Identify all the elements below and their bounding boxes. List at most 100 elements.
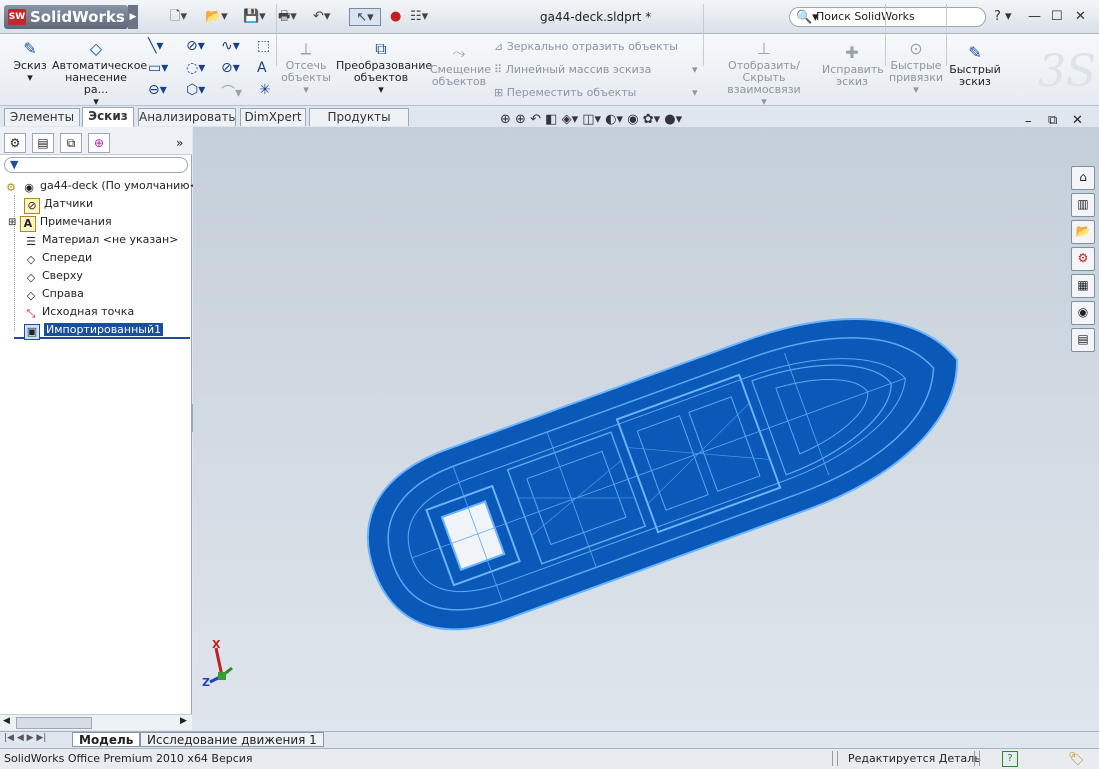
repair-sketch-button[interactable]: ✚ Исправить эскиз: [822, 44, 884, 88]
convert-entities-button[interactable]: ⧉ Преобразование объектов ▾: [336, 40, 432, 96]
tree-item-imported[interactable]: ▣ Импортированный1: [24, 321, 164, 340]
viewport-restore-button[interactable]: ⧉: [1048, 113, 1057, 128]
custom-properties-icon[interactable]: ▤: [1071, 328, 1095, 352]
plane-icon: ◇: [26, 271, 36, 284]
offset-entities-button[interactable]: ⤳ Смещение объектов: [430, 44, 491, 88]
tab-model[interactable]: Модель: [72, 732, 141, 747]
tab-office-products[interactable]: Продукты Office: [309, 108, 409, 141]
boat-deck-model[interactable]: [320, 270, 990, 690]
circle-tool-icon[interactable]: ⊘▾: [186, 38, 205, 54]
minimize-button[interactable]: —: [1028, 9, 1041, 24]
configuration-manager-tab-icon[interactable]: ⧉: [60, 133, 82, 153]
section-view-icon[interactable]: ◧: [545, 112, 557, 127]
scroll-left-icon[interactable]: ◀: [3, 716, 10, 726]
smart-dimension-button[interactable]: ◇ Автоматическое нанесение ра... ▾: [52, 40, 147, 108]
search-input[interactable]: 🔍▾ Поиск SolidWorks: [789, 7, 986, 27]
tab-evaluate[interactable]: Анализировать: [138, 108, 236, 126]
spline-tool-icon[interactable]: ∿▾: [221, 38, 240, 54]
tree-item-origin[interactable]: ⤡ Исходная точка: [24, 303, 135, 321]
maximize-button[interactable]: ☐: [1051, 9, 1063, 24]
print-icon[interactable]: 🖶▾: [278, 8, 297, 26]
sketch-button[interactable]: ✎ Эскиз ▾: [8, 40, 52, 84]
help-status-icon[interactable]: ?: [1002, 751, 1018, 767]
tab-dimxpert[interactable]: DimXpert: [240, 108, 306, 126]
plane-icon: ◇: [26, 289, 36, 302]
previous-view-icon[interactable]: ↶: [530, 112, 541, 127]
pattern-dropdown[interactable]: ▾: [692, 63, 698, 76]
feature-manager-tab-icon[interactable]: ⚙: [4, 133, 26, 153]
ellipse-tool-icon[interactable]: ⊘▾: [221, 60, 240, 76]
dimxpert-manager-tab-icon[interactable]: ⊕: [88, 133, 110, 153]
zoom-to-fit-icon[interactable]: ⊕: [500, 112, 511, 127]
status-editing: Редактируется Деталь: [848, 752, 981, 765]
file-explorer-icon[interactable]: 📂: [1071, 220, 1095, 244]
options-icon[interactable]: ☷▾: [410, 8, 428, 26]
trim-entities-button[interactable]: ⟂ Отсечь объекты ▾: [280, 40, 332, 96]
slot-tool-icon[interactable]: ⊖▾: [148, 82, 167, 98]
tree-item-top-plane[interactable]: ◇ Сверху: [24, 267, 83, 285]
display-style-icon[interactable]: ◫▾: [582, 112, 601, 127]
tab-scroll-arrows-icon[interactable]: |◀ ◀ ▶ ▶|: [4, 733, 46, 743]
save-icon[interactable]: 💾▾: [243, 8, 266, 26]
solidworks-logo[interactable]: SW SolidWorks: [4, 5, 128, 29]
sw-logo-icon: SW: [8, 9, 26, 25]
linear-pattern-icon: ⠿: [494, 63, 506, 76]
arc-tool-icon[interactable]: ◌▾: [186, 60, 205, 76]
tree-root[interactable]: ⚙ ◉ ga44-deck (По умолчанию<<: [4, 177, 208, 195]
hide-show-items-icon[interactable]: ◐▾: [605, 112, 623, 127]
edit-appearance-icon[interactable]: ◉: [627, 112, 638, 127]
select-cursor-icon[interactable]: ↖▾: [349, 8, 381, 26]
tab-features[interactable]: Элементы: [4, 108, 80, 126]
open-folder-icon[interactable]: 📂▾: [205, 8, 228, 26]
fillet-tool-icon[interactable]: ⌒▾: [221, 82, 242, 102]
point-tool-icon[interactable]: ✳: [259, 82, 271, 98]
rectangle-tool-icon[interactable]: ▭▾: [148, 60, 168, 76]
tags-icon[interactable]: 🏷: [1068, 750, 1085, 769]
linear-pattern-button[interactable]: ⠿ Линейный массив эскиза: [494, 63, 651, 76]
tree-item-sensors[interactable]: ⊘ Датчики: [24, 195, 93, 214]
solidworks-resources-icon[interactable]: ⌂: [1071, 166, 1095, 190]
tab-sketch[interactable]: Эскиз: [82, 107, 134, 127]
mirror-entities-button[interactable]: ⊿ Зеркально отразить объекты: [494, 40, 678, 53]
ribbon-separator: [276, 4, 277, 66]
polygon-tool-icon[interactable]: ⬡▾: [186, 82, 205, 98]
tree-item-right-plane[interactable]: ◇ Справа: [24, 285, 84, 303]
search-results-icon[interactable]: ⚙: [1071, 247, 1095, 271]
tree-filter-input[interactable]: ▼: [4, 157, 188, 173]
view-orientation-icon[interactable]: ◈▾: [562, 112, 579, 127]
menu-expand-arrow-icon[interactable]: ▶: [128, 5, 138, 29]
new-document-icon[interactable]: 🗋▾: [170, 8, 187, 26]
rapid-sketch-icon: ✎: [968, 43, 982, 62]
view-settings-icon[interactable]: ●▾: [664, 112, 682, 127]
rebuild-icon[interactable]: ●: [390, 8, 401, 26]
appearances-scenes-icon[interactable]: ◉: [1071, 301, 1095, 325]
help-button[interactable]: ? ▾: [994, 9, 1012, 24]
panel-expand-chevron-icon[interactable]: »: [176, 136, 183, 150]
move-icon: ⊞: [494, 86, 507, 99]
rapid-sketch-button[interactable]: ✎ Быстрый эскиз: [948, 44, 1002, 88]
panel-horizontal-scrollbar[interactable]: ◀ ▶: [0, 714, 192, 730]
quick-snaps-button[interactable]: ⊙ Быстрые привязки ▾: [888, 40, 944, 96]
undo-icon[interactable]: ↶▾: [313, 8, 330, 26]
view-palette-icon[interactable]: ▦: [1071, 274, 1095, 298]
display-relations-button[interactable]: ⊥ Отобразить/Скрыть взаимосвязи ▾: [708, 40, 820, 108]
move-entities-button[interactable]: ⊞ Переместить объекты: [494, 86, 636, 99]
scroll-thumb[interactable]: [16, 717, 92, 729]
scroll-right-icon[interactable]: ▶: [180, 716, 187, 726]
apply-scene-icon[interactable]: ✿▾: [643, 112, 660, 127]
construction-geometry-icon[interactable]: ⬚: [257, 38, 270, 54]
text-tool-icon[interactable]: A: [257, 60, 267, 76]
viewport-minimize-button[interactable]: –: [1025, 114, 1032, 129]
zoom-area-icon[interactable]: ⊕: [515, 112, 526, 127]
tree-item-annotations[interactable]: ⊞ A Примечания: [8, 213, 112, 232]
property-manager-tab-icon[interactable]: ▤: [32, 133, 54, 153]
close-button[interactable]: ✕: [1075, 9, 1086, 24]
move-dropdown[interactable]: ▾: [692, 86, 698, 99]
viewport-close-button[interactable]: ✕: [1072, 113, 1083, 128]
tree-item-material[interactable]: ☰ Материал <не указан>: [24, 231, 178, 249]
line-tool-icon[interactable]: ╲▾: [148, 38, 163, 54]
design-library-icon[interactable]: ▥: [1071, 193, 1095, 217]
tab-motion-study[interactable]: Исследование движения 1: [140, 732, 324, 747]
heads-up-view-toolbar[interactable]: ⊕ ⊕ ↶ ◧ ◈▾ ◫▾ ◐▾ ◉ ✿▾ ●▾: [500, 112, 682, 130]
tree-item-front-plane[interactable]: ◇ Спереди: [24, 249, 92, 267]
